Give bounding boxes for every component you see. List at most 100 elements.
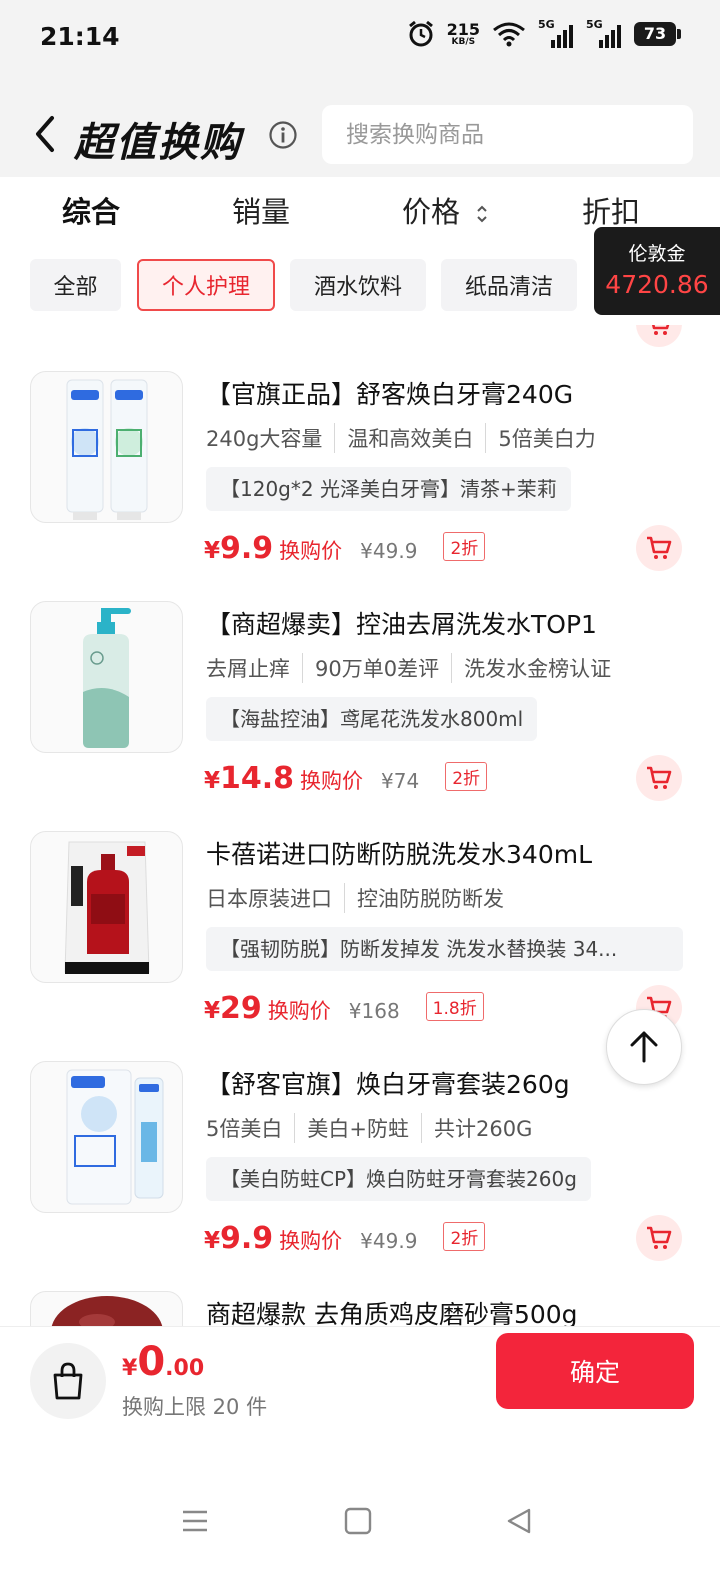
product-price: ¥ 14.8 换购价 ¥74 2折 — [204, 761, 488, 796]
signal-bars-icon — [551, 25, 573, 48]
product-image[interactable] — [30, 601, 183, 753]
confirm-button[interactable]: 确定 — [496, 1333, 694, 1409]
product-price: ¥ 9.9 换购价 ¥49.9 2折 — [204, 1221, 486, 1256]
search-input[interactable] — [346, 121, 693, 148]
add-to-cart-button[interactable] — [636, 755, 682, 801]
exchange-price-label: 换购价 — [279, 539, 343, 563]
product-image[interactable] — [30, 371, 183, 523]
discount-badge: 1.8折 — [425, 992, 484, 1021]
exchange-price-label: 换购价 — [300, 769, 364, 793]
shopping-bag-button[interactable] — [30, 1343, 106, 1419]
product-tag: 日本原装进口 — [206, 887, 332, 911]
cart-icon — [647, 536, 672, 559]
alarm-icon — [408, 20, 433, 47]
exchange-price: 29 — [220, 991, 262, 1026]
original-price: ¥168 — [348, 999, 400, 1023]
scroll-to-top-button[interactable] — [606, 1009, 682, 1085]
exchange-price: 9.9 — [220, 1221, 274, 1256]
shopping-bag-icon — [53, 1362, 83, 1400]
back-arrow-icon[interactable] — [30, 112, 60, 156]
signal-sim1: 5G — [538, 18, 574, 48]
toothpaste-image — [66, 379, 148, 520]
product-spec[interactable]: 【120g*2 光泽美白牙膏】清茶+茉莉 — [206, 467, 571, 511]
balance-label: 伦敦金 — [628, 243, 686, 265]
exchange-price-label: 换购价 — [279, 1229, 343, 1253]
product-tags: 去屑止痒 90万单0差评 洗发水金榜认证 — [206, 653, 611, 683]
signal-sim2: 5G — [586, 18, 622, 48]
exchange-limit-text: 换购上限 20 件 — [122, 1395, 268, 1419]
product-tag: 控油防脱防断发 — [344, 883, 504, 913]
discount-badge: 2折 — [443, 532, 486, 561]
product-tags: 5倍美白 美白+防蛀 共计260G — [206, 1113, 532, 1143]
product-item[interactable]: 【舒客官旗】焕白牙膏套装260g 5倍美白 美白+防蛀 共计260G 【美白防蛀… — [0, 1061, 720, 1291]
product-tag: 美白+防蛀 — [294, 1113, 409, 1143]
menu-icon[interactable] — [180, 1506, 210, 1536]
product-title[interactable]: 【官旗正品】舒客焕白牙膏240G — [206, 375, 573, 411]
product-list[interactable]: 【官旗正品】舒客焕白牙膏240G 240g大容量 温和高效美白 5倍美白力 【1… — [0, 325, 720, 1326]
product-title[interactable]: 商超爆款 去角质鸡皮磨砂膏500g — [206, 1295, 578, 1326]
product-item[interactable]: 【商超爆卖】控油去屑洗发水TOP1 去屑止痒 90万单0差评 洗发水金榜认证 【… — [0, 601, 720, 831]
cart-button[interactable] — [636, 325, 682, 347]
header: 超值换购 — [0, 82, 720, 177]
cart-icon — [647, 1226, 672, 1249]
tab-price[interactable]: 价格 — [402, 189, 489, 231]
shampoo-refill-image — [64, 841, 150, 974]
product-tag: 洗发水金榜认证 — [451, 653, 611, 683]
tab-sales[interactable]: 销量 — [232, 189, 290, 231]
original-price: ¥49.9 — [360, 1229, 418, 1253]
balance-card[interactable]: 伦敦金 4720.86 — [594, 227, 720, 315]
info-icon[interactable] — [268, 120, 298, 150]
product-spec[interactable]: 【强韧防脱】防断发掉发 洗发水替换装 34... — [206, 927, 683, 971]
battery-icon: 73 — [634, 22, 681, 46]
status-time: 21:14 — [40, 22, 120, 51]
product-spec[interactable]: 【海盐控油】鸢尾花洗发水800ml — [206, 697, 538, 741]
product-title[interactable]: 卡蓓诺进口防断防脱洗发水340mL — [206, 835, 592, 871]
cart-icon — [652, 325, 670, 335]
add-to-cart-button[interactable] — [636, 1215, 682, 1261]
total-price: ¥0.00 — [122, 1339, 204, 1385]
chip-paper-cleaning[interactable]: 纸品清洁 — [441, 259, 577, 311]
chip-drinks[interactable]: 酒水饮料 — [290, 259, 426, 311]
product-tag: 240g大容量 — [206, 427, 323, 451]
net-speed-unit: KB/S — [451, 36, 476, 47]
currency-symbol: ¥ — [204, 768, 221, 794]
product-tags: 240g大容量 温和高效美白 5倍美白力 — [206, 423, 596, 453]
chip-personal-care[interactable]: 个人护理 — [137, 259, 275, 311]
product-tag: 5倍美白 — [206, 1117, 283, 1141]
product-price: ¥ 29 换购价 ¥168 1.8折 — [204, 991, 484, 1026]
tab-discount[interactable]: 折扣 — [582, 189, 640, 231]
product-tag: 共计260G — [420, 1113, 532, 1143]
add-to-cart-button[interactable] — [636, 525, 682, 571]
product-image[interactable] — [30, 1061, 183, 1213]
product-image[interactable] — [30, 831, 183, 983]
net-speed: 215 KB/S — [446, 19, 480, 47]
home-square-icon[interactable] — [343, 1506, 373, 1536]
product-tag: 90万单0差评 — [302, 653, 439, 683]
product-tag: 5倍美白力 — [485, 423, 596, 453]
sort-toggle-icon — [477, 205, 487, 223]
cart-icon — [647, 766, 672, 789]
chip-all[interactable]: 全部 — [30, 259, 121, 311]
back-triangle-icon[interactable] — [504, 1506, 534, 1536]
toothpaste-set-image — [66, 1069, 164, 1205]
currency-symbol: ¥ — [204, 1228, 221, 1254]
net-speed-value: 215 — [446, 19, 480, 39]
product-tag: 去屑止痒 — [206, 657, 290, 681]
product-title[interactable]: 【商超爆卖】控油去屑洗发水TOP1 — [206, 605, 597, 641]
tab-comprehensive[interactable]: 综合 — [62, 189, 120, 231]
discount-badge: 2折 — [445, 762, 488, 791]
system-nav-bar — [0, 1436, 720, 1584]
signal-bars-icon — [599, 25, 621, 48]
balance-value: 4720.86 — [605, 270, 709, 299]
product-item[interactable]: 【官旗正品】舒客焕白牙膏240G 240g大容量 温和高效美白 5倍美白力 【1… — [0, 371, 720, 601]
product-item[interactable]: 商超爆款 去角质鸡皮磨砂膏500g — [0, 1291, 720, 1326]
product-image[interactable] — [30, 1291, 183, 1326]
search-box[interactable] — [322, 105, 693, 164]
currency-symbol: ¥ — [204, 538, 221, 564]
exchange-price: 14.8 — [220, 761, 295, 796]
original-price: ¥74 — [381, 769, 420, 793]
arrow-up-icon — [630, 1031, 658, 1063]
total-currency: ¥ — [122, 1356, 138, 1381]
product-spec[interactable]: 【美白防蛀CP】焕白防蛀牙膏套装260g — [206, 1157, 591, 1201]
product-title[interactable]: 【舒客官旗】焕白牙膏套装260g — [206, 1065, 570, 1101]
